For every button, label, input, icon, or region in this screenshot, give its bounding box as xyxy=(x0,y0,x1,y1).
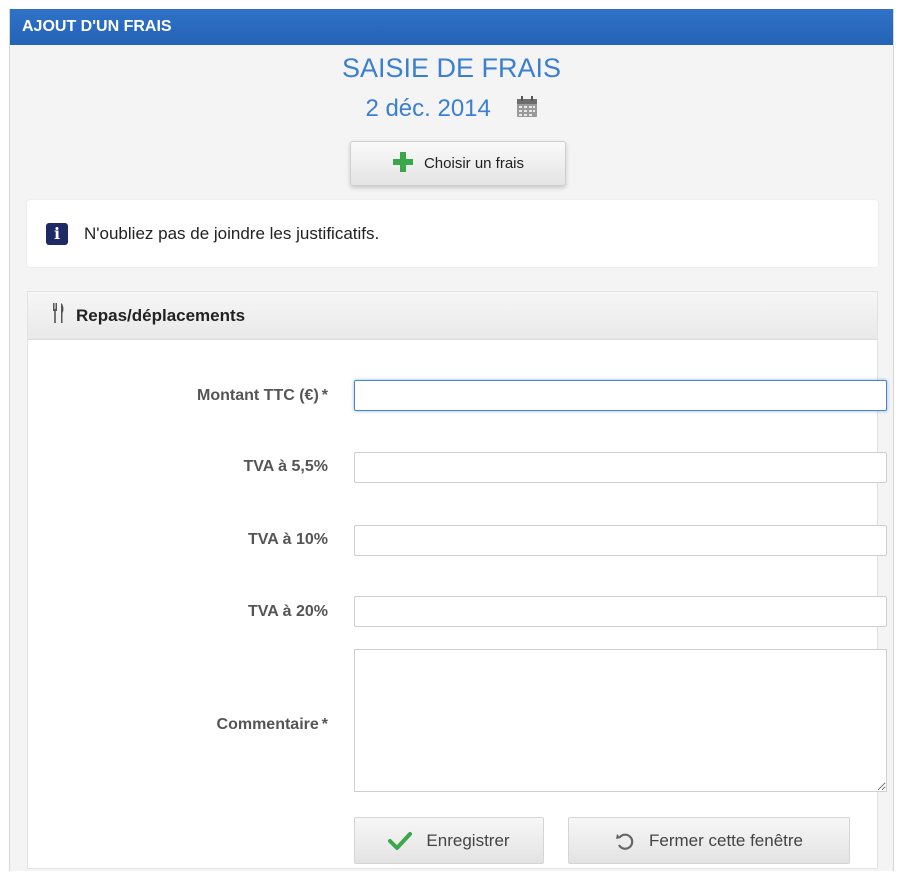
montant-label-text: Montant TTC (€) xyxy=(197,387,319,404)
commentaire-label-text: Commentaire xyxy=(216,716,319,733)
montant-label: Montant TTC (€) * xyxy=(28,387,328,405)
undo-icon xyxy=(615,831,635,851)
expense-section: Repas/déplacements Montant TTC (€) * TVA … xyxy=(27,291,887,869)
commentaire-label: Commentaire * xyxy=(28,716,328,734)
fork-knife-icon xyxy=(52,303,66,328)
calendar-icon[interactable] xyxy=(516,96,538,125)
required-marker: * xyxy=(321,716,328,733)
plus-icon xyxy=(392,151,414,177)
tva-5-5-input[interactable] xyxy=(354,452,887,483)
tva-10-input[interactable] xyxy=(354,525,887,556)
info-message-box: i N'oubliez pas de joindre les justifica… xyxy=(27,200,878,267)
dialog-title: AJOUT D'UN FRAIS xyxy=(10,9,893,45)
choose-expense-button[interactable]: Choisir un frais xyxy=(350,141,566,186)
date-row: 2 déc. 2014 xyxy=(10,95,893,125)
tva-5-5-label: TVA à 5,5% xyxy=(243,458,328,475)
montant-ttc-input[interactable] xyxy=(354,380,887,411)
page-title: SAISIE DE FRAIS xyxy=(341,53,562,83)
tva-20-input[interactable] xyxy=(354,596,887,627)
close-window-label: Fermer cette fenêtre xyxy=(648,830,803,850)
section-header: Repas/déplacements xyxy=(28,292,877,340)
save-button[interactable]: Enregistrer xyxy=(354,817,544,864)
required-marker: * xyxy=(321,387,328,404)
tva-20-label: TVA à 20% xyxy=(247,603,328,620)
section-title: Repas/déplacements xyxy=(76,305,246,325)
save-label: Enregistrer xyxy=(426,830,510,850)
info-message: N'oubliez pas de joindre les justificati… xyxy=(84,223,380,243)
check-icon xyxy=(388,831,413,851)
close-window-button[interactable]: Fermer cette fenêtre xyxy=(568,817,850,864)
dialog-window: AJOUT D'UN FRAIS SAISIE DE FRAIS 2 déc. … xyxy=(9,9,894,871)
commentaire-textarea[interactable] xyxy=(354,649,887,792)
choose-expense-label: Choisir un frais xyxy=(423,155,525,172)
tva-10-label: TVA à 10% xyxy=(247,531,328,548)
info-icon: i xyxy=(46,222,68,245)
date-text: 2 déc. 2014 xyxy=(365,95,491,122)
